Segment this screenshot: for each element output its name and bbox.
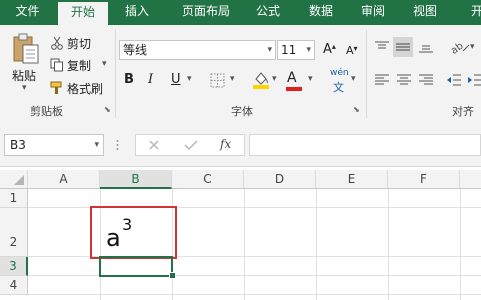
ribbon: 粘贴 ▾ 剪切 复制 ▾ 格式刷 剪贴板 ⬊ 等线 ▾ 11 ▾ A▴ A▾ B… [0, 25, 481, 134]
align-left-icon[interactable] [374, 73, 390, 90]
orientation-icon[interactable]: ab [449, 39, 472, 58]
copy-icon[interactable] [50, 58, 64, 75]
font-color-glyph: A [287, 70, 297, 86]
clipboard-group-label: 剪贴板 [30, 105, 63, 118]
row-header-3[interactable]: 3 [0, 257, 28, 276]
tab-view[interactable]: 视图 [404, 0, 446, 25]
ribbon-tabs: 文件 开始 插入 页面布局 公式 数据 审阅 视图 开 [0, 0, 481, 25]
column-header-d[interactable]: D [244, 170, 316, 189]
gridline [28, 294, 481, 295]
column-header-e[interactable]: E [316, 170, 388, 189]
gridline [28, 275, 481, 276]
shrink-font-button[interactable]: A▾ [346, 44, 358, 57]
gridline [460, 189, 461, 300]
row-header-1[interactable]: 1 [0, 189, 28, 208]
phonetic-chevron-icon[interactable]: ▾ [351, 74, 356, 84]
font-color-swatch [286, 87, 302, 91]
phonetic-char: 文 [333, 81, 344, 94]
paste-dropdown-chevron-icon[interactable]: ▾ [22, 83, 27, 93]
increase-indent-icon[interactable] [467, 73, 481, 90]
cut-button[interactable]: 剪切 [67, 35, 91, 52]
tab-data[interactable]: 数据 [300, 0, 342, 25]
tab-page-layout[interactable]: 页面布局 [167, 0, 245, 25]
bold-button[interactable]: B [124, 72, 134, 87]
active-cell-b3[interactable] [99, 256, 173, 277]
column-header-a[interactable]: A [28, 170, 100, 189]
insert-function-button[interactable]: fx [220, 137, 231, 151]
row-header-2[interactable]: 2 [0, 208, 28, 257]
gridline [244, 189, 245, 300]
name-box[interactable]: B3 ▾ [4, 134, 104, 156]
phonetic-button[interactable]: wén [330, 68, 349, 78]
chevron-down-icon: ▾ [306, 45, 311, 55]
fill-color-chevron-icon[interactable]: ▾ [272, 74, 277, 84]
shrink-font-glyph: A [346, 44, 354, 57]
column-header-g[interactable] [460, 170, 481, 189]
tab-home[interactable]: 开始 [58, 2, 108, 25]
underline-button[interactable]: U [171, 72, 181, 87]
fill-color-icon[interactable] [252, 70, 270, 93]
highlight-annotation-box [90, 206, 177, 259]
dialog-launcher-icon[interactable]: ⬊ [353, 105, 360, 114]
tab-review[interactable]: 审阅 [352, 0, 394, 25]
row-header-4[interactable]: 4 [0, 276, 28, 295]
decrease-indent-icon[interactable] [446, 73, 462, 90]
paste-icon[interactable] [12, 33, 40, 70]
chevron-down-icon: ▾ [267, 45, 272, 55]
dialog-launcher-icon[interactable]: ⬊ [104, 105, 111, 114]
formula-input[interactable] [249, 134, 481, 156]
border-chevron-icon[interactable]: ▾ [230, 74, 235, 84]
font-name-value: 等线 [123, 43, 148, 57]
align-bottom-icon[interactable] [418, 40, 434, 57]
worksheet-grid: A B C D E F 1 2 3 4 a 3 [0, 170, 481, 300]
cancel-icon[interactable] [148, 139, 160, 154]
border-icon[interactable] [210, 73, 225, 91]
align-top-icon[interactable] [374, 40, 390, 57]
orientation-chevron-icon[interactable]: ▾ [470, 42, 475, 52]
italic-button[interactable]: I [148, 72, 153, 87]
copy-dropdown-chevron-icon[interactable]: ▾ [102, 59, 107, 69]
font-color-chevron-icon[interactable]: ▾ [308, 74, 313, 84]
splitter-handle[interactable] [116, 136, 119, 154]
enter-check-icon[interactable] [184, 139, 198, 154]
font-size-combo[interactable]: 11 ▾ [277, 40, 315, 60]
align-center-icon[interactable] [396, 73, 412, 90]
column-header-c[interactable]: C [172, 170, 244, 189]
formula-buttons: fx [135, 134, 245, 156]
scissors-icon[interactable] [50, 36, 64, 53]
group-separator [115, 30, 116, 118]
underline-chevron-icon[interactable]: ▾ [187, 74, 192, 84]
format-painter-icon[interactable] [50, 81, 64, 98]
align-right-icon[interactable] [418, 73, 434, 90]
tab-insert[interactable]: 插入 [112, 0, 162, 25]
grow-font-glyph: A [323, 42, 332, 57]
column-header-b[interactable]: B [100, 170, 172, 189]
column-header-f[interactable]: F [388, 170, 460, 189]
select-all-corner[interactable] [0, 170, 28, 189]
svg-text:ab: ab [450, 41, 466, 55]
tab-formulas[interactable]: 公式 [247, 0, 289, 25]
gridline [388, 189, 389, 300]
font-name-combo[interactable]: 等线 ▾ [119, 40, 276, 60]
font-color-button[interactable]: A [287, 70, 297, 86]
chevron-down-icon: ▾ [94, 140, 99, 150]
gridline [316, 189, 317, 300]
tab-developer[interactable]: 开 [462, 0, 481, 25]
name-box-value: B3 [10, 138, 26, 152]
group-separator [366, 30, 367, 118]
formula-bar: B3 ▾ fx [0, 120, 481, 167]
grow-font-button[interactable]: A▴ [323, 42, 336, 57]
fill-handle[interactable] [169, 272, 176, 279]
paste-button[interactable]: 粘贴 [12, 67, 36, 84]
copy-button[interactable]: 复制 [67, 57, 91, 74]
tab-file[interactable]: 文件 [0, 0, 55, 25]
font-group-label: 字体 [231, 105, 253, 118]
format-painter-button[interactable]: 格式刷 [67, 80, 103, 97]
align-middle-icon[interactable] [393, 37, 413, 57]
font-size-value: 11 [281, 43, 297, 57]
